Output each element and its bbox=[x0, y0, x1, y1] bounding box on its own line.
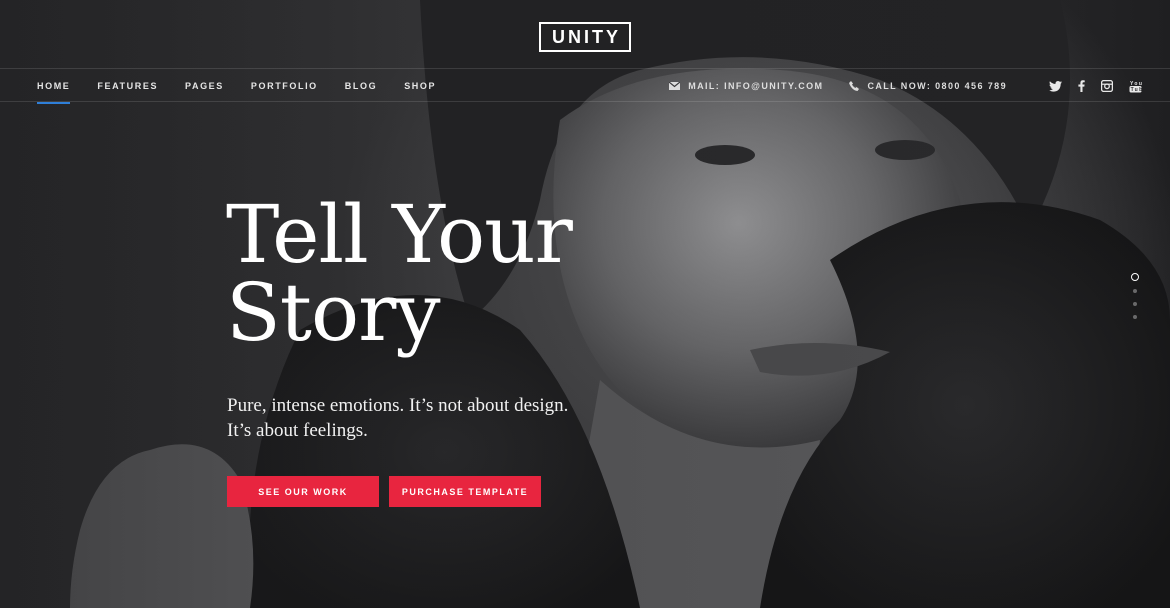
hero-subtext: Pure, intense emotions. It’s not about d… bbox=[227, 393, 647, 443]
svg-text:Tube: Tube bbox=[1131, 87, 1142, 93]
site-logo[interactable]: UNITY bbox=[539, 22, 631, 52]
phone-icon bbox=[849, 81, 860, 91]
instagram-icon[interactable] bbox=[1101, 80, 1113, 92]
hero-headline-line2: Story bbox=[226, 266, 441, 359]
slider-dot-4[interactable] bbox=[1133, 315, 1137, 319]
nav-item-portfolio[interactable]: PORTFOLIO bbox=[251, 69, 318, 103]
nav-contact-social: MAIL: INFO@UNITY.COM CALL NOW: 0800 456 … bbox=[669, 69, 1142, 103]
contact-phone-text: CALL NOW: 0800 456 789 bbox=[867, 81, 1007, 91]
hero-subtext-line1: Pure, intense emotions. It’s not about d… bbox=[227, 395, 569, 416]
nav-item-home[interactable]: HOME bbox=[37, 69, 71, 104]
contact-phone[interactable]: CALL NOW: 0800 456 789 bbox=[849, 81, 1007, 91]
nav-links: HOME FEATURES PAGES PORTFOLIO BLOG SHOP bbox=[37, 69, 463, 104]
contact-mail-text: MAIL: INFO@UNITY.COM bbox=[688, 81, 824, 91]
facebook-icon[interactable] bbox=[1078, 80, 1085, 92]
envelope-icon bbox=[669, 82, 681, 90]
see-our-work-button[interactable]: SEE OUR WORK bbox=[227, 476, 379, 507]
slider-dots bbox=[1131, 273, 1139, 328]
nav-item-features[interactable]: FEATURES bbox=[97, 69, 158, 103]
nav-item-blog[interactable]: BLOG bbox=[345, 69, 377, 103]
slider-dot-1[interactable] bbox=[1131, 273, 1139, 281]
social-links: YouTube bbox=[1033, 80, 1142, 93]
purchase-template-button[interactable]: PURCHASE TEMPLATE bbox=[389, 476, 541, 507]
contact-mail[interactable]: MAIL: INFO@UNITY.COM bbox=[669, 81, 823, 91]
nav-item-pages[interactable]: PAGES bbox=[185, 69, 224, 103]
main-navbar: HOME FEATURES PAGES PORTFOLIO BLOG SHOP … bbox=[0, 68, 1170, 104]
hero-subtext-line2: It’s about feelings. bbox=[227, 420, 368, 441]
youtube-icon[interactable]: YouTube bbox=[1129, 80, 1142, 93]
twitter-icon[interactable] bbox=[1049, 80, 1062, 92]
hero-section: UNITY HOME FEATURES PAGES PORTFOLIO BLOG… bbox=[0, 0, 1170, 608]
nav-item-shop[interactable]: SHOP bbox=[404, 69, 436, 103]
slider-dot-2[interactable] bbox=[1133, 289, 1137, 293]
hero-headline: Tell Your Story bbox=[226, 195, 646, 353]
slider-dot-3[interactable] bbox=[1133, 302, 1137, 306]
